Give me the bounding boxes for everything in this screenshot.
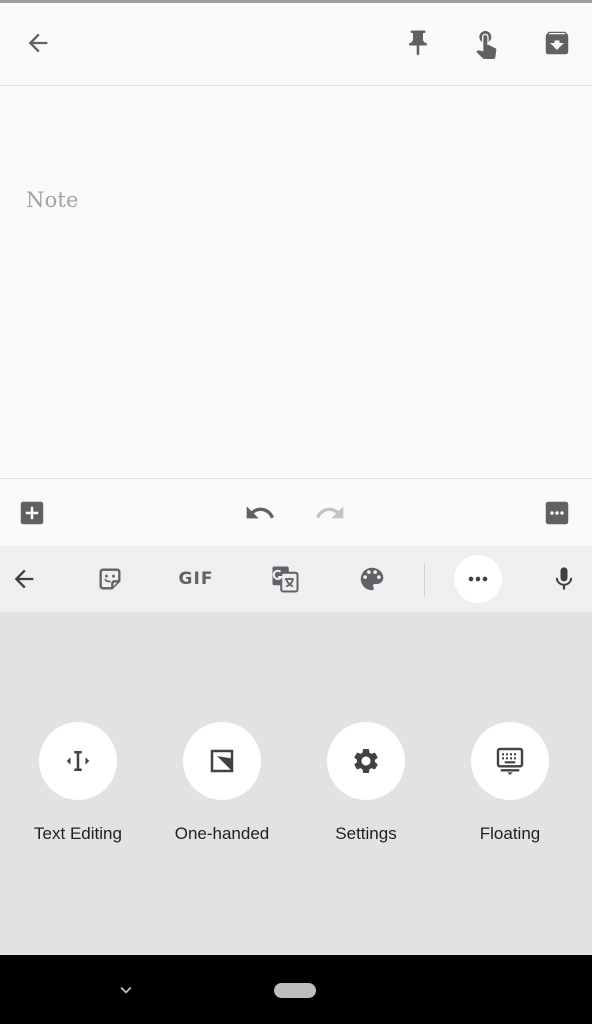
translate-button[interactable] <box>261 555 309 603</box>
sticker-button[interactable] <box>86 555 134 603</box>
arrow-back-icon <box>28 33 48 53</box>
system-nav-bar <box>0 955 592 1024</box>
more-box-icon <box>545 501 569 525</box>
gif-button[interactable]: GIF <box>172 555 220 603</box>
palette-icon <box>360 567 384 591</box>
tool-label: Settings <box>335 824 397 843</box>
add-button[interactable] <box>8 489 56 537</box>
pin-button[interactable] <box>394 19 442 67</box>
back-button[interactable] <box>14 19 62 67</box>
more-horiz-icon <box>468 576 488 582</box>
add-box-icon <box>20 501 44 525</box>
tool-label: One-handed <box>174 824 270 843</box>
hide-keyboard-button[interactable] <box>102 966 150 1014</box>
note-toolbar <box>0 478 592 547</box>
archive-button[interactable] <box>533 19 581 67</box>
note-content-area[interactable]: Note <box>0 86 592 478</box>
mic-icon <box>555 567 573 590</box>
home-pill-icon[interactable] <box>274 983 316 998</box>
text-cursor-icon <box>66 751 90 771</box>
reminder-button[interactable] <box>462 19 510 67</box>
tool-one-handed[interactable]: One-handed <box>152 722 292 844</box>
tool-settings[interactable]: Settings <box>296 722 436 844</box>
gif-label: GIF <box>178 569 214 589</box>
toolbar-divider <box>424 564 425 596</box>
theme-button[interactable] <box>348 555 396 603</box>
archive-icon <box>545 31 569 55</box>
tool-circle[interactable] <box>39 722 117 800</box>
pin-icon <box>409 30 427 56</box>
tool-floating[interactable]: Floating <box>440 722 580 844</box>
keyboard-tools-panel: Text Editing One-handed Settings Floatin… <box>0 612 592 955</box>
floating-keyboard-icon <box>496 747 524 775</box>
keyboard-back-button[interactable] <box>0 555 48 603</box>
tool-text-editing[interactable]: Text Editing <box>8 722 148 844</box>
arrow-back-icon <box>14 569 34 589</box>
more-options-button[interactable] <box>533 489 581 537</box>
tool-label: Text Editing <box>34 824 122 843</box>
redo-icon <box>316 506 344 519</box>
tool-circle[interactable] <box>327 722 405 800</box>
undo-button[interactable] <box>236 489 284 537</box>
voice-input-button[interactable] <box>540 555 588 603</box>
one-handed-icon <box>210 749 234 773</box>
chevron-down-icon <box>120 986 132 994</box>
tool-label: Floating <box>479 824 541 843</box>
redo-button[interactable] <box>306 489 354 537</box>
note-input[interactable]: Note <box>26 188 79 212</box>
undo-icon <box>246 506 274 519</box>
gear-icon <box>354 749 378 773</box>
tool-circle[interactable] <box>471 722 549 800</box>
app-bar <box>0 3 592 86</box>
reminder-hand-icon <box>476 31 497 59</box>
keyboard-toolbar: GIF <box>0 546 592 612</box>
tool-circle[interactable] <box>183 722 261 800</box>
more-tools-button[interactable] <box>454 555 502 603</box>
sticker-icon <box>99 568 121 590</box>
translate-icon <box>272 566 299 593</box>
